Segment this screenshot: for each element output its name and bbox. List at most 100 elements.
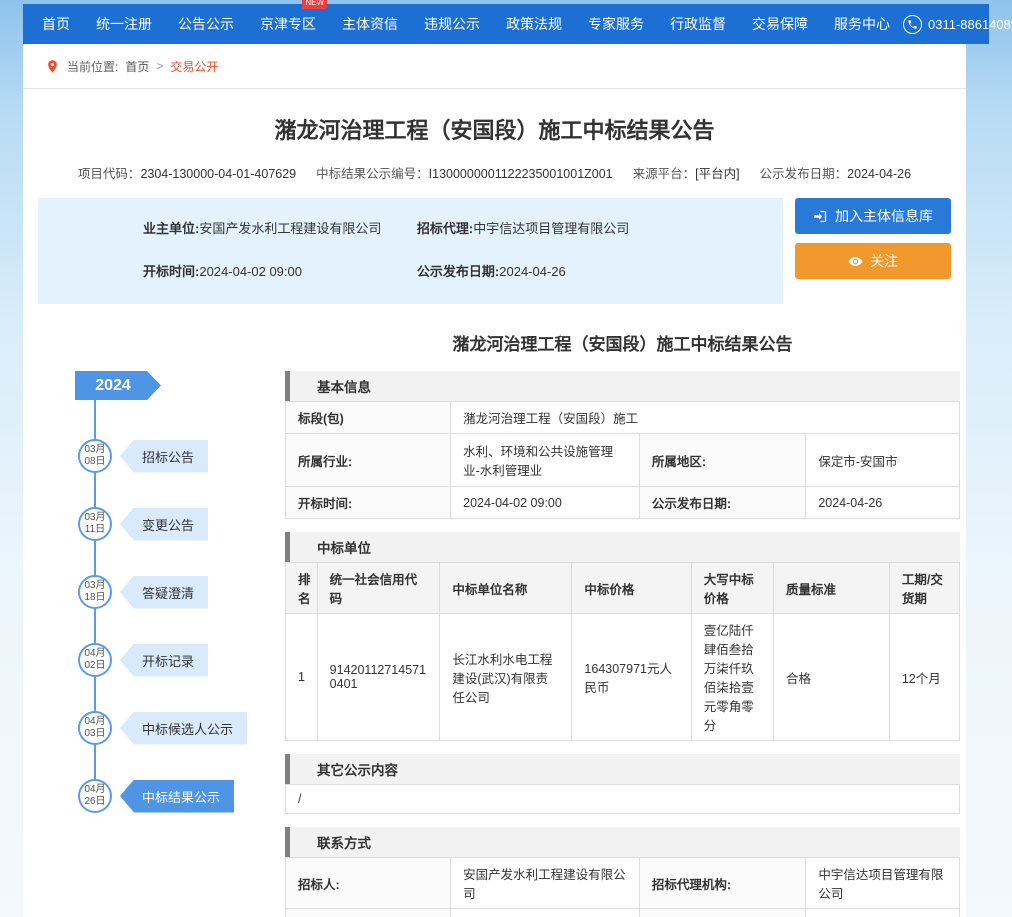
timeline-item-change-announcement: 03月11日 变更公告 bbox=[78, 507, 208, 541]
nav-item-policies[interactable]: 政策法规 bbox=[493, 4, 575, 44]
nav-item-register[interactable]: 统一注册 bbox=[83, 4, 165, 44]
row-label: 联系人: bbox=[639, 909, 805, 917]
quality-standard-cell: 合格 bbox=[773, 614, 889, 741]
basic-info-table: 标段(包) 潴龙河治理工程（安国段）施工 所属行业: 水利、环境和公共设施管理业… bbox=[285, 401, 960, 519]
nav-item-label: 京津专区 bbox=[260, 16, 316, 32]
timeline-tag[interactable]: 答疑澄清 bbox=[120, 576, 208, 609]
winner-heading: 中标单位 bbox=[285, 532, 960, 562]
bid-price-cell: 164307971元人民币 bbox=[572, 614, 691, 741]
col-header: 质量标准 bbox=[773, 563, 889, 614]
eye-icon bbox=[848, 254, 863, 269]
result-notice-number: 中标结果公示编号：I1300000001122235001001Z001 bbox=[316, 163, 613, 182]
row-value: 保定市-安国市 bbox=[806, 434, 960, 487]
breadcrumb-separator: > bbox=[156, 59, 163, 73]
row-value: 潴龙河治理工程（安国段）施工 bbox=[451, 402, 960, 434]
sign-in-icon bbox=[813, 209, 828, 224]
row-value: 房彦红 bbox=[451, 909, 640, 917]
timeline-date-badge: 04月03日 bbox=[78, 711, 112, 745]
publish-date: 公示发布日期：2024-04-26 bbox=[760, 163, 911, 182]
contact-heading: 联系方式 bbox=[285, 827, 960, 857]
nav-item-violations[interactable]: 违规公示 bbox=[411, 4, 493, 44]
process-timeline: 2024 03月08日 招标公告 03月11日 变更公告 03月18日 答疑澄清 bbox=[23, 330, 285, 917]
summary-box: 业主单位:安国产发水利工程建设有限公司 招标代理:中宇信达项目管理有限公司 开标… bbox=[38, 198, 783, 304]
row-value: 2024-04-02 09:00 bbox=[451, 487, 640, 519]
other-content-section: 其它公示内容 / bbox=[285, 754, 960, 814]
rank-cell: 1 bbox=[286, 614, 318, 741]
timeline-tag[interactable]: 中标结果公示 bbox=[120, 780, 234, 813]
table-row: / bbox=[286, 785, 960, 814]
contact-table: 招标人: 安国产发水利工程建设有限公司 招标代理机构: 中宇信达项目管理有限公司… bbox=[285, 857, 960, 917]
table-row: 开标时间: 2024-04-02 09:00 公示发布日期: 2024-04-2… bbox=[286, 487, 960, 519]
location-pin-icon bbox=[45, 59, 60, 74]
timeline-date-badge: 04月02日 bbox=[78, 643, 112, 677]
row-label: 所属地区: bbox=[639, 434, 805, 487]
breadcrumb-label: 当前位置: bbox=[67, 58, 118, 75]
basic-info-heading: 基本信息 bbox=[285, 371, 960, 401]
row-label: 招标代理机构: bbox=[639, 858, 805, 909]
follow-button[interactable]: 关注 bbox=[795, 243, 951, 279]
nav-item-expert-services[interactable]: 专家服务 bbox=[575, 4, 657, 44]
timeline-date-badge: 03月18日 bbox=[78, 575, 112, 609]
breadcrumb-home[interactable]: 首页 bbox=[125, 58, 149, 75]
timeline-item-candidate-publicity: 04月03日 中标候选人公示 bbox=[78, 711, 247, 745]
breadcrumb: 当前位置: 首页 > 交易公开 bbox=[23, 44, 966, 89]
col-header: 中标价格 bbox=[572, 563, 691, 614]
join-subject-db-button[interactable]: 加入主体信息库 bbox=[795, 198, 951, 234]
table-row: 所属行业: 水利、环境和公共设施管理业-水利管理业 所属地区: 保定市-安国市 bbox=[286, 434, 960, 487]
timeline-item-bid-opening-record: 04月02日 开标记录 bbox=[78, 643, 208, 677]
nav-item-subject-credit[interactable]: 主体资信 bbox=[329, 4, 411, 44]
table-row: 标段(包) 潴龙河治理工程（安国段）施工 bbox=[286, 402, 960, 434]
timeline-item-clarification: 03月18日 答疑澄清 bbox=[78, 575, 208, 609]
bid-price-caps-cell: 壹亿陆仟肆佰叁拾万柒仟玖佰柒拾壹元零角零分 bbox=[691, 614, 773, 741]
bidding-agency: 招标代理:中宇信达项目管理有限公司 bbox=[417, 218, 773, 237]
col-header: 排名 bbox=[286, 563, 318, 614]
phone-icon bbox=[903, 15, 922, 34]
nav-item-trade-guarantee[interactable]: 交易保障 bbox=[739, 4, 821, 44]
row-value: 安国产发水利工程建设有限公司 bbox=[451, 858, 640, 909]
timeline-tag[interactable]: 开标记录 bbox=[120, 644, 208, 677]
timeline-date-badge: 04月26日 bbox=[78, 779, 112, 813]
row-label: 标段(包) bbox=[286, 402, 451, 434]
other-content-value: / bbox=[286, 785, 960, 814]
row-label: 公示发布日期: bbox=[639, 487, 805, 519]
row-value: 水利、环境和公共设施管理业-水利管理业 bbox=[451, 434, 640, 487]
nav-item-announcements[interactable]: 公告公示 bbox=[165, 4, 247, 44]
page-title: 潴龙河治理工程（安国段）施工中标结果公告 bbox=[23, 89, 966, 145]
row-label: 所属行业: bbox=[286, 434, 451, 487]
article-title: 潴龙河治理工程（安国段）施工中标结果公告 bbox=[285, 330, 960, 355]
row-label: 开标时间: bbox=[286, 487, 451, 519]
timeline-year-flag: 2024 bbox=[75, 371, 161, 400]
row-value: 2024-04-26 bbox=[806, 487, 960, 519]
col-header: 工期/交货期 bbox=[889, 563, 959, 614]
new-badge: NEW bbox=[302, 0, 327, 9]
table-row: 1 914201127145710401 长江水利水电工程建设(武汉)有限责任公… bbox=[286, 614, 960, 741]
winner-section: 中标单位 排名 统一社会信用代码 中标单位名称 中标价格 大写中标价格 质量标准… bbox=[285, 532, 960, 741]
col-header: 统一社会信用代码 bbox=[317, 563, 440, 614]
duration-cell: 12个月 bbox=[889, 614, 959, 741]
breadcrumb-current[interactable]: 交易公开 bbox=[170, 58, 218, 75]
col-header: 大写中标价格 bbox=[691, 563, 773, 614]
row-value: 中宇信达项目管理有限公司 bbox=[806, 858, 960, 909]
bid-opening-time: 开标时间:2024-04-02 09:00 bbox=[143, 261, 417, 280]
table-header-row: 排名 统一社会信用代码 中标单位名称 中标价格 大写中标价格 质量标准 工期/交… bbox=[286, 563, 960, 614]
credit-code-cell: 914201127145710401 bbox=[317, 614, 440, 741]
timeline-date-badge: 03月08日 bbox=[78, 439, 112, 473]
source-platform: 来源平台：[平台内] bbox=[633, 163, 740, 182]
owner-unit: 业主单位:安国产发水利工程建设有限公司 bbox=[143, 218, 417, 237]
row-label: 招标人: bbox=[286, 858, 451, 909]
nav-item-service-center[interactable]: 服务中心 bbox=[821, 4, 903, 44]
nav-item-supervision[interactable]: 行政监督 bbox=[657, 4, 739, 44]
winner-name-cell: 长江水利水电工程建设(武汉)有限责任公司 bbox=[440, 614, 572, 741]
timeline-tag[interactable]: 变更公告 bbox=[120, 508, 208, 541]
top-nav: 首页 统一注册 公告公示 京津专区 NEW 主体资信 违规公示 政策法规 专家服… bbox=[23, 4, 989, 44]
row-value: 武胜楠/付锠义 bbox=[806, 909, 960, 917]
nav-item-jingjin-zone[interactable]: 京津专区 NEW bbox=[247, 4, 329, 44]
other-content-table: / bbox=[285, 784, 960, 814]
timeline-tag[interactable]: 招标公告 bbox=[120, 440, 208, 473]
contact-section: 联系方式 招标人: 安国产发水利工程建设有限公司 招标代理机构: 中宇信达项目管… bbox=[285, 827, 960, 917]
nav-item-home[interactable]: 首页 bbox=[29, 4, 83, 44]
col-header: 中标单位名称 bbox=[440, 563, 572, 614]
timeline-tag[interactable]: 中标候选人公示 bbox=[120, 712, 247, 745]
row-label: 联系人: bbox=[286, 909, 451, 917]
table-row: 招标人: 安国产发水利工程建设有限公司 招标代理机构: 中宇信达项目管理有限公司 bbox=[286, 858, 960, 909]
